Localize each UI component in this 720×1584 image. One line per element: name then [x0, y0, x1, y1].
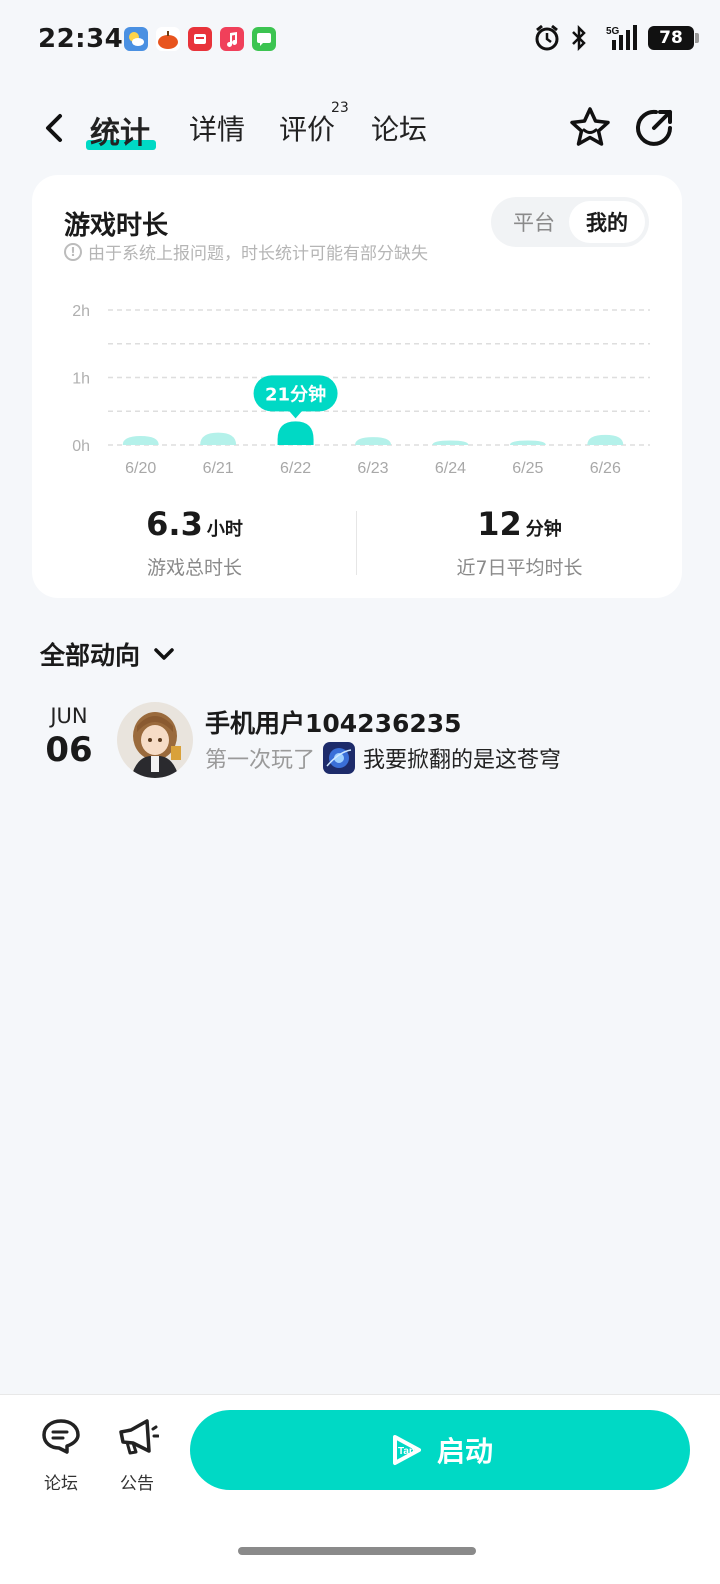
app-page: 22:34 5G 78 统计 详情 评价 23 论坛 游戏时长 ! 由于系统上报…	[0, 0, 720, 1584]
chart-bar	[200, 432, 237, 445]
info-icon: !	[64, 242, 82, 261]
feed-item[interactable]: JUN 06 手机用户104236235 第一次玩了 我要掀翻的是这苍穹	[0, 700, 720, 790]
playtime-card: 游戏时长 ! 由于系统上报问题，时长统计可能有部分缺失 平台 我的 2h 1h 0h…	[32, 175, 682, 598]
feed-date-day: 06	[45, 730, 93, 770]
top-nav: 统计 详情 评价 23 论坛	[0, 96, 720, 160]
system-icons: 5G 78	[534, 24, 699, 52]
avg-playtime-unit: 分钟	[525, 519, 562, 540]
chart-tooltip-label: 21分钟	[265, 383, 326, 405]
feed-filter-label: 全部动向	[40, 641, 141, 670]
avg-playtime-stat: 12 分钟 近7日平均时长	[357, 505, 682, 580]
chart-bar	[587, 434, 624, 445]
chart-x-tick-label: 6/23	[357, 460, 388, 477]
reading-app-icon	[188, 27, 212, 51]
back-arrow-icon[interactable]	[36, 108, 72, 148]
music-app-icon	[220, 27, 244, 51]
tab-details[interactable]: 详情	[189, 108, 245, 148]
chart-x-tick-label: 6/25	[512, 460, 543, 477]
forum-chat-icon	[42, 1419, 80, 1454]
chart-x-tick-label: 6/26	[590, 460, 621, 477]
forum-label: 论坛	[44, 1474, 78, 1494]
chart-x-tick-label: 6/20	[125, 460, 156, 477]
chart-bar	[122, 436, 159, 445]
share-icon[interactable]	[632, 104, 678, 150]
signal-5g-icon: 5G	[606, 25, 637, 50]
tap-logo-text: Tap	[398, 1446, 415, 1457]
status-time: 22:34	[38, 24, 124, 54]
avatar[interactable]	[117, 702, 193, 778]
network-label: 5G	[606, 26, 620, 37]
chart-y-tick-label: 2h	[72, 303, 90, 320]
forum-button[interactable]: 论坛	[31, 1415, 91, 1494]
total-playtime-stat: 6.3 小时 游戏总时长	[32, 505, 357, 580]
chart-bar	[277, 421, 314, 445]
data-source-toggle: 平台 我的	[491, 197, 649, 247]
avg-playtime-value: 12	[477, 505, 522, 543]
playtime-note: ! 由于系统上报问题，时长统计可能有部分缺失	[64, 239, 428, 264]
feed-date-month: JUN	[50, 704, 88, 728]
game-thumbnail-icon[interactable]	[323, 742, 356, 774]
playtime-title: 游戏时长	[64, 211, 169, 241]
chart-bar	[509, 440, 546, 445]
notice-label: 公告	[120, 1474, 154, 1494]
total-playtime-label: 游戏总时长	[146, 557, 242, 579]
chart-x-tick-label: 6/24	[435, 460, 466, 477]
pumpkin-app-icon	[156, 27, 180, 51]
tab-reviews[interactable]: 评价	[279, 108, 335, 148]
avg-playtime-label: 近7日平均时长	[456, 557, 583, 579]
feed-filter[interactable]: 全部动向	[40, 636, 178, 672]
tab-stats[interactable]: 统计	[90, 108, 150, 152]
weather-icon	[124, 27, 148, 51]
chart-y-tick-label: 0h	[72, 438, 90, 455]
bottom-action-bar: 论坛 公告 Tap 启动	[0, 1394, 720, 1584]
home-indicator	[238, 1547, 476, 1555]
megaphone-icon	[119, 1419, 160, 1455]
tap-logo-icon: Tap	[392, 1435, 421, 1465]
status-bar: 22:34 5G 78	[0, 0, 720, 80]
playtime-note-text: 由于系统上报问题，时长统计可能有部分缺失	[88, 244, 428, 264]
feed-game-name[interactable]: 我要掀翻的是这苍穹	[363, 742, 561, 774]
reviews-count-badge: 23	[331, 100, 349, 116]
toggle-mine[interactable]: 我的	[569, 201, 645, 243]
feed-user-name[interactable]: 手机用户104236235	[205, 704, 462, 740]
feed-action: 第一次玩了 我要掀翻的是这苍穹	[205, 742, 561, 774]
total-playtime-value: 6.3	[146, 505, 203, 543]
chart-x-tick-label: 6/21	[203, 460, 234, 477]
notification-icons	[124, 27, 276, 51]
toggle-platform[interactable]: 平台	[497, 201, 571, 243]
chart-bar	[355, 437, 391, 445]
bluetooth-icon	[572, 25, 586, 51]
chevron-down-icon	[154, 648, 174, 660]
launch-button[interactable]: Tap 启动	[190, 1410, 690, 1490]
alarm-icon	[535, 24, 559, 51]
messages-app-icon	[252, 27, 276, 51]
chart-x-tick-label: 6/22	[280, 460, 311, 477]
favorite-star-icon[interactable]	[566, 104, 614, 152]
chart-tooltip-pointer	[288, 410, 303, 419]
launch-label: 启动	[436, 1436, 493, 1467]
chart-bar	[432, 440, 469, 445]
total-playtime-unit: 小时	[206, 519, 243, 540]
feed-action-text: 第一次玩了	[205, 748, 316, 773]
tab-forum[interactable]: 论坛	[371, 108, 427, 148]
chart-y-tick-label: 1h	[72, 371, 90, 388]
notice-button[interactable]: 公告	[107, 1415, 167, 1494]
playtime-chart: 2h 1h 0h 6/20 6/21 6/22 21分钟 6/23 6/24 6/25 6/26	[72, 303, 650, 477]
battery-indicator: 78	[648, 26, 699, 50]
